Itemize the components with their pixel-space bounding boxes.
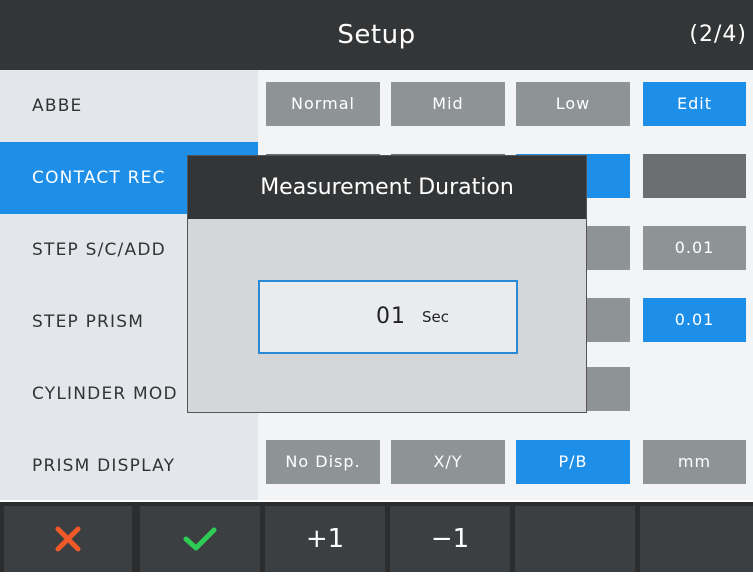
footer-toolbar: +1 −1 — [0, 502, 753, 572]
footer-empty-button-2[interactable] — [640, 506, 753, 572]
header-bar: Setup (2/4) — [0, 0, 753, 70]
step-sc-add-value-button[interactable]: 0.01 — [643, 226, 746, 270]
setting-label-abbe[interactable]: ABBE — [0, 70, 258, 142]
close-icon — [55, 526, 81, 552]
dialog-title: Measurement Duration — [188, 156, 586, 219]
confirm-button[interactable] — [140, 506, 260, 572]
prism-display-xy-button[interactable]: X/Y — [391, 440, 505, 484]
cancel-button[interactable] — [4, 506, 132, 572]
page-indicator: (2/4) — [689, 22, 747, 47]
abbe-normal-button[interactable]: Normal — [266, 82, 380, 126]
duration-unit: Sec — [422, 308, 449, 326]
prism-display-mm-button[interactable]: mm — [643, 440, 746, 484]
page-title: Setup — [337, 20, 416, 50]
measurement-duration-dialog: Measurement Duration 01 Sec — [187, 155, 587, 413]
duration-value-field[interactable]: 01 Sec — [258, 280, 518, 354]
contact-rec-option-4[interactable] — [643, 154, 746, 198]
prism-display-pb-button[interactable]: P/B — [516, 440, 630, 484]
abbe-edit-button[interactable]: Edit — [643, 82, 746, 126]
check-icon — [183, 527, 217, 551]
footer-empty-button-1[interactable] — [515, 506, 635, 572]
increment-button[interactable]: +1 — [265, 506, 385, 572]
step-prism-value-button[interactable]: 0.01 — [643, 298, 746, 342]
abbe-mid-button[interactable]: Mid — [391, 82, 505, 126]
prism-display-no-disp-button[interactable]: No Disp. — [266, 440, 380, 484]
duration-value: 01 — [376, 304, 406, 329]
decrement-button[interactable]: −1 — [390, 506, 510, 572]
setting-label-prism-display[interactable]: PRISM DISPLAY — [0, 430, 258, 502]
abbe-low-button[interactable]: Low — [516, 82, 630, 126]
